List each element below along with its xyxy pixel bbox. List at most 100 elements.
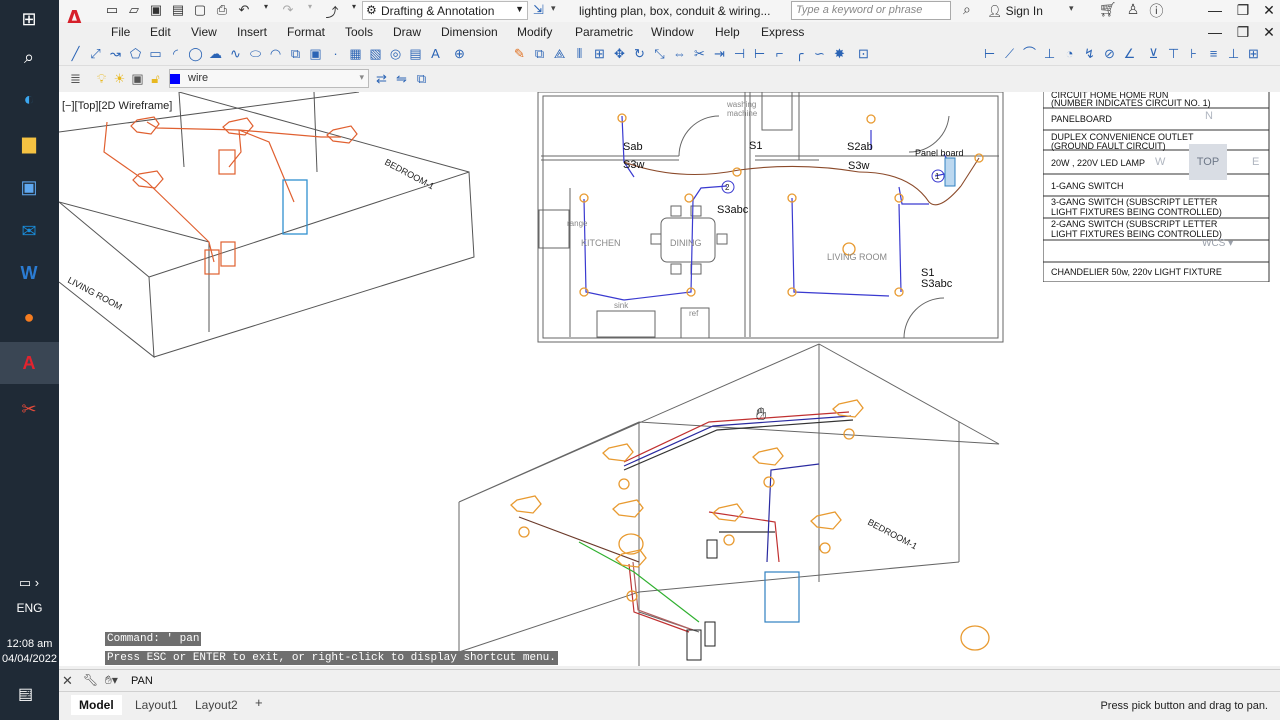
add-selected-icon[interactable]: ⊕ — [451, 45, 468, 62]
layer-state-icon[interactable]: ⧉ — [413, 70, 430, 87]
array-icon[interactable]: ⊞ — [591, 45, 608, 62]
tab-model[interactable]: Model — [71, 695, 122, 715]
insert-block-icon[interactable]: ⧉ — [287, 45, 304, 62]
file-explorer-icon[interactable]: ▆ — [14, 128, 44, 158]
line-icon[interactable]: ╱ — [67, 45, 84, 62]
dim-break-icon[interactable]: ⊥ — [1225, 45, 1242, 62]
sign-in-dropdown-icon[interactable]: ▾ — [1069, 3, 1074, 14]
undo-icon[interactable]: ↶ — [235, 2, 253, 20]
arc-icon[interactable]: ◜ — [167, 45, 184, 62]
tab-layout2[interactable]: Layout2 — [187, 695, 246, 715]
menu-format[interactable]: Format — [287, 25, 325, 39]
save-as-icon[interactable]: ▤ — [169, 2, 187, 20]
customize-qat-icon[interactable]: ⇲ — [533, 2, 544, 18]
make-block-icon[interactable]: ▣ — [307, 45, 324, 62]
windows-start-icon[interactable]: ⊞ — [14, 4, 44, 34]
wcs-menu[interactable]: WCS ▾ — [1202, 238, 1233, 249]
undo-dropdown-icon[interactable]: ▾ — [257, 2, 275, 20]
menu-help[interactable]: Help — [715, 25, 740, 39]
ellipse-arc-icon[interactable]: ◠ — [267, 45, 284, 62]
open-web-icon[interactable]: ▢ — [191, 2, 209, 20]
match-dropdown-icon[interactable]: ▾ — [345, 2, 363, 20]
doc-close-button[interactable]: ✕ — [1257, 24, 1280, 41]
table-icon[interactable]: ▤ — [407, 45, 424, 62]
close-icon[interactable]: ✕ — [62, 673, 73, 689]
extend-icon[interactable]: ⇥ — [711, 45, 728, 62]
scale-icon[interactable]: ⤡ — [651, 45, 668, 62]
wrench-icon[interactable]: 🔧︎ — [83, 673, 98, 687]
rectangle-icon[interactable]: ▭ — [147, 45, 164, 62]
help-icon[interactable]: ⓘ — [1149, 1, 1163, 21]
layer-on-icon[interactable]: 💡︎ — [93, 70, 110, 87]
ellipse-icon[interactable]: ⬭ — [247, 45, 264, 62]
point-icon[interactable]: · — [327, 45, 344, 62]
baseline-icon[interactable]: ⊤ — [1165, 45, 1182, 62]
gradient-icon[interactable]: ▧ — [367, 45, 384, 62]
polygon-icon[interactable]: ⬠ — [127, 45, 144, 62]
jogged-icon[interactable]: ↯ — [1081, 45, 1098, 62]
snipping-tool-icon[interactable]: ✂ — [14, 394, 44, 424]
layer-previous-icon[interactable]: ⇋ — [393, 70, 410, 87]
angular-icon[interactable]: ∠ — [1121, 45, 1138, 62]
erase-icon[interactable]: ✎ — [511, 45, 528, 62]
redo-icon[interactable]: ↷ — [279, 2, 297, 20]
language-indicator[interactable]: ENG — [0, 601, 59, 615]
menu-window[interactable]: Window — [651, 25, 694, 39]
clock[interactable]: 12:08 am 04/04/2022 — [0, 637, 59, 667]
cart-icon[interactable]: 🛒︎ — [1099, 1, 1117, 21]
word-icon[interactable]: W — [14, 258, 44, 288]
viewcube-west[interactable]: W — [1155, 156, 1165, 168]
menu-insert[interactable]: Insert — [237, 25, 267, 39]
menu-express[interactable]: Express — [761, 25, 804, 39]
search-icon[interactable]: ⌕ — [14, 42, 44, 72]
layer-viewport-icon[interactable]: ▣ — [129, 70, 146, 87]
hatch-icon[interactable]: ▦ — [347, 45, 364, 62]
app-orange-icon[interactable]: ● — [14, 302, 44, 332]
diameter-icon[interactable]: ⊘ — [1101, 45, 1118, 62]
join-icon[interactable]: ⊢ — [751, 45, 768, 62]
drawing-viewport[interactable]: BEDROOM-1 LIVING ROOM 1 2 washing machin… — [59, 92, 1280, 666]
layer-freeze-icon[interactable]: ☀ — [111, 70, 128, 87]
viewcube-north[interactable]: N — [1205, 110, 1213, 122]
radius-icon[interactable]: ◔ — [1061, 45, 1078, 62]
tab-layout1[interactable]: Layout1 — [127, 695, 186, 715]
trim-icon[interactable]: ✂ — [691, 45, 708, 62]
menu-parametric[interactable]: Parametric — [575, 25, 633, 39]
notification-icon[interactable]: ▤ 2 — [18, 684, 42, 706]
edge-browser-icon[interactable]: ◐ — [14, 84, 44, 114]
autodesk-app-icon[interactable]: ♙ — [1127, 1, 1140, 21]
menu-dimension[interactable]: Dimension — [441, 25, 498, 39]
explode-icon[interactable]: ✸ — [831, 45, 848, 62]
dim-space-icon[interactable]: ≡ — [1205, 45, 1222, 62]
close-button[interactable]: ✕ — [1257, 2, 1280, 19]
redo-dropdown-icon[interactable]: ▾ — [301, 2, 319, 20]
sign-in-button[interactable]: 👤︎ Sign In — [987, 4, 1043, 18]
search-icon[interactable]: ⌕ — [963, 1, 971, 18]
move-icon[interactable]: ✥ — [611, 45, 628, 62]
tolerance-icon[interactable]: ⊞ — [1245, 45, 1262, 62]
quick-dim-icon[interactable]: ⊻ — [1145, 45, 1162, 62]
stretch-icon[interactable]: ⇔ — [671, 45, 688, 62]
minimize-button[interactable]: — — [1203, 2, 1227, 18]
linear-dim-icon[interactable]: ⊢ — [981, 45, 998, 62]
fillet-icon[interactable]: ╭ — [791, 45, 808, 62]
layer-lock-icon[interactable]: 🔓︎ — [147, 70, 164, 87]
menu-file[interactable]: File — [111, 25, 130, 39]
ordinate-icon[interactable]: ⊥ — [1041, 45, 1058, 62]
autocad-taskbar-icon[interactable]: A — [14, 348, 44, 378]
workspace-select[interactable]: ⚙ Drafting & Annotation ▼ — [362, 1, 528, 20]
store-icon[interactable]: ▣ — [14, 172, 44, 202]
polyline-icon[interactable]: ↝ — [107, 45, 124, 62]
add-layout-icon[interactable]: + — [255, 695, 263, 710]
blend-icon[interactable]: ∽ — [811, 45, 828, 62]
mail-icon[interactable]: ✉ — [14, 216, 44, 246]
layer-properties-icon[interactable]: ≣ — [67, 70, 84, 87]
multiline-text-icon[interactable]: A — [427, 45, 444, 62]
circle-icon[interactable]: ◯ — [187, 45, 204, 62]
plot-icon[interactable]: ⎙ — [213, 2, 231, 20]
viewcube-east[interactable]: E — [1252, 156, 1259, 168]
arc-length-icon[interactable]: ⌒ — [1021, 45, 1038, 62]
rotate-icon[interactable]: ↻ — [631, 45, 648, 62]
open-file-icon[interactable]: ▱ — [125, 2, 143, 20]
layer-dropdown[interactable]: wire ▾ — [169, 69, 369, 88]
